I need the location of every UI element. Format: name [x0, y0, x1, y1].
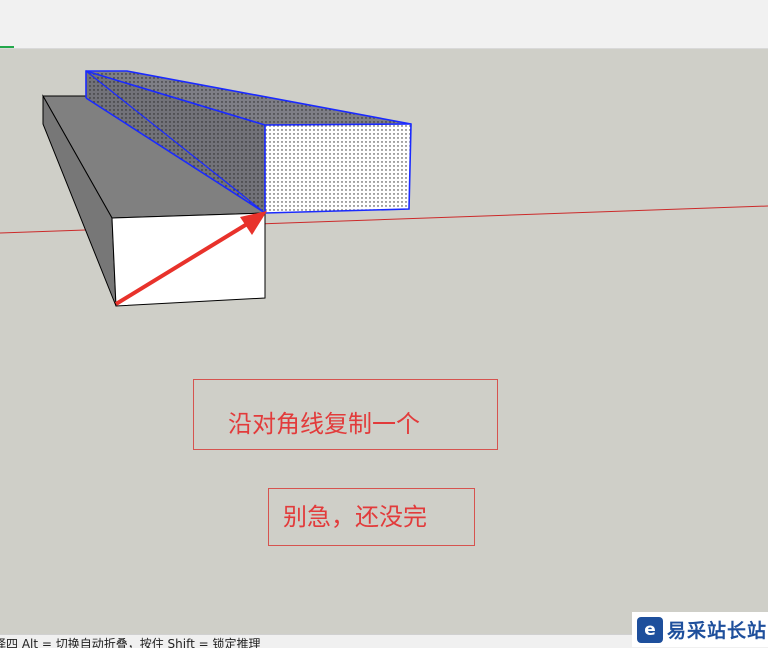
toolbar-area	[0, 0, 768, 49]
annotation-note-not-done: 别急，还没完	[268, 488, 475, 546]
annotation-text: 沿对角线复制一个	[228, 410, 420, 438]
model-viewport[interactable]: 沿对角线复制一个 别急，还没完	[0, 48, 768, 634]
annotation-note-copy-diagonal: 沿对角线复制一个	[193, 379, 498, 450]
site-name: 易采站长站	[667, 620, 768, 642]
site-watermark: e 易采站长站	[632, 612, 768, 647]
status-hint-text: 择四 Alt = 切换自动折叠，按住 Shift = 锁定推理	[0, 637, 261, 648]
scene-canvas[interactable]	[0, 48, 768, 634]
site-logo-icon: e	[637, 616, 663, 643]
annotation-text: 别急，还没完	[283, 503, 427, 531]
